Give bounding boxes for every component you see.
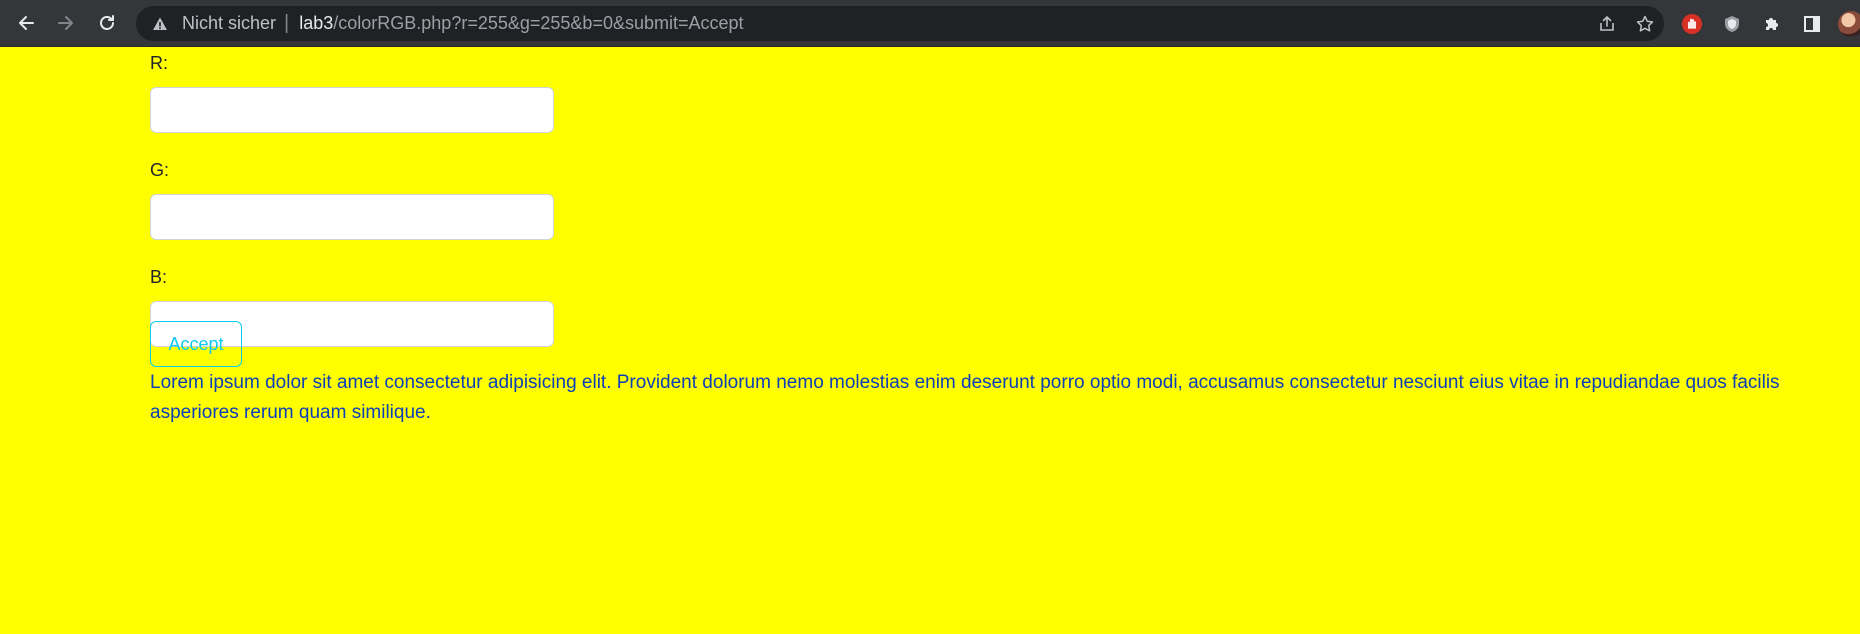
accept-button[interactable]: Accept	[150, 321, 242, 367]
url-host: lab3	[299, 13, 334, 33]
r-label: R:	[150, 53, 168, 73]
shield-extension-icon[interactable]	[1712, 6, 1752, 41]
browser-toolbar: Nicht sicher | lab3/colorRGB.php?r=255&g…	[0, 0, 1860, 47]
omnibox-actions	[1588, 6, 1664, 41]
g-input[interactable]	[150, 194, 554, 240]
lorem-paragraph: Lorem ipsum dolor sit amet consectetur a…	[150, 372, 1780, 423]
share-icon[interactable]	[1588, 6, 1626, 41]
r-input[interactable]	[150, 87, 554, 133]
back-icon[interactable]	[10, 7, 42, 39]
address-separator: |	[284, 12, 290, 34]
url-text[interactable]: lab3/colorRGB.php?r=255&g=255&b=0&submit…	[299, 13, 743, 34]
reload-icon[interactable]	[91, 7, 123, 39]
forward-icon[interactable]	[50, 7, 82, 39]
warning-icon[interactable]	[150, 14, 170, 34]
adblock-icon[interactable]	[1672, 6, 1712, 41]
url-path: /colorRGB.php?r=255&g=255&b=0&submit=Acc…	[333, 13, 744, 33]
page-content: R: G: B:	[0, 47, 1860, 634]
address-bar[interactable]: Nicht sicher | lab3/colorRGB.php?r=255&g…	[136, 6, 1664, 41]
b-label: B:	[150, 267, 168, 287]
star-icon[interactable]	[1626, 6, 1664, 41]
g-label: G:	[150, 160, 170, 180]
extensions-area	[1672, 6, 1832, 41]
security-status[interactable]: Nicht sicher	[182, 13, 276, 34]
avatar[interactable]	[1838, 11, 1860, 37]
side-panel-icon[interactable]	[1792, 6, 1832, 41]
puzzle-icon[interactable]	[1752, 6, 1792, 41]
